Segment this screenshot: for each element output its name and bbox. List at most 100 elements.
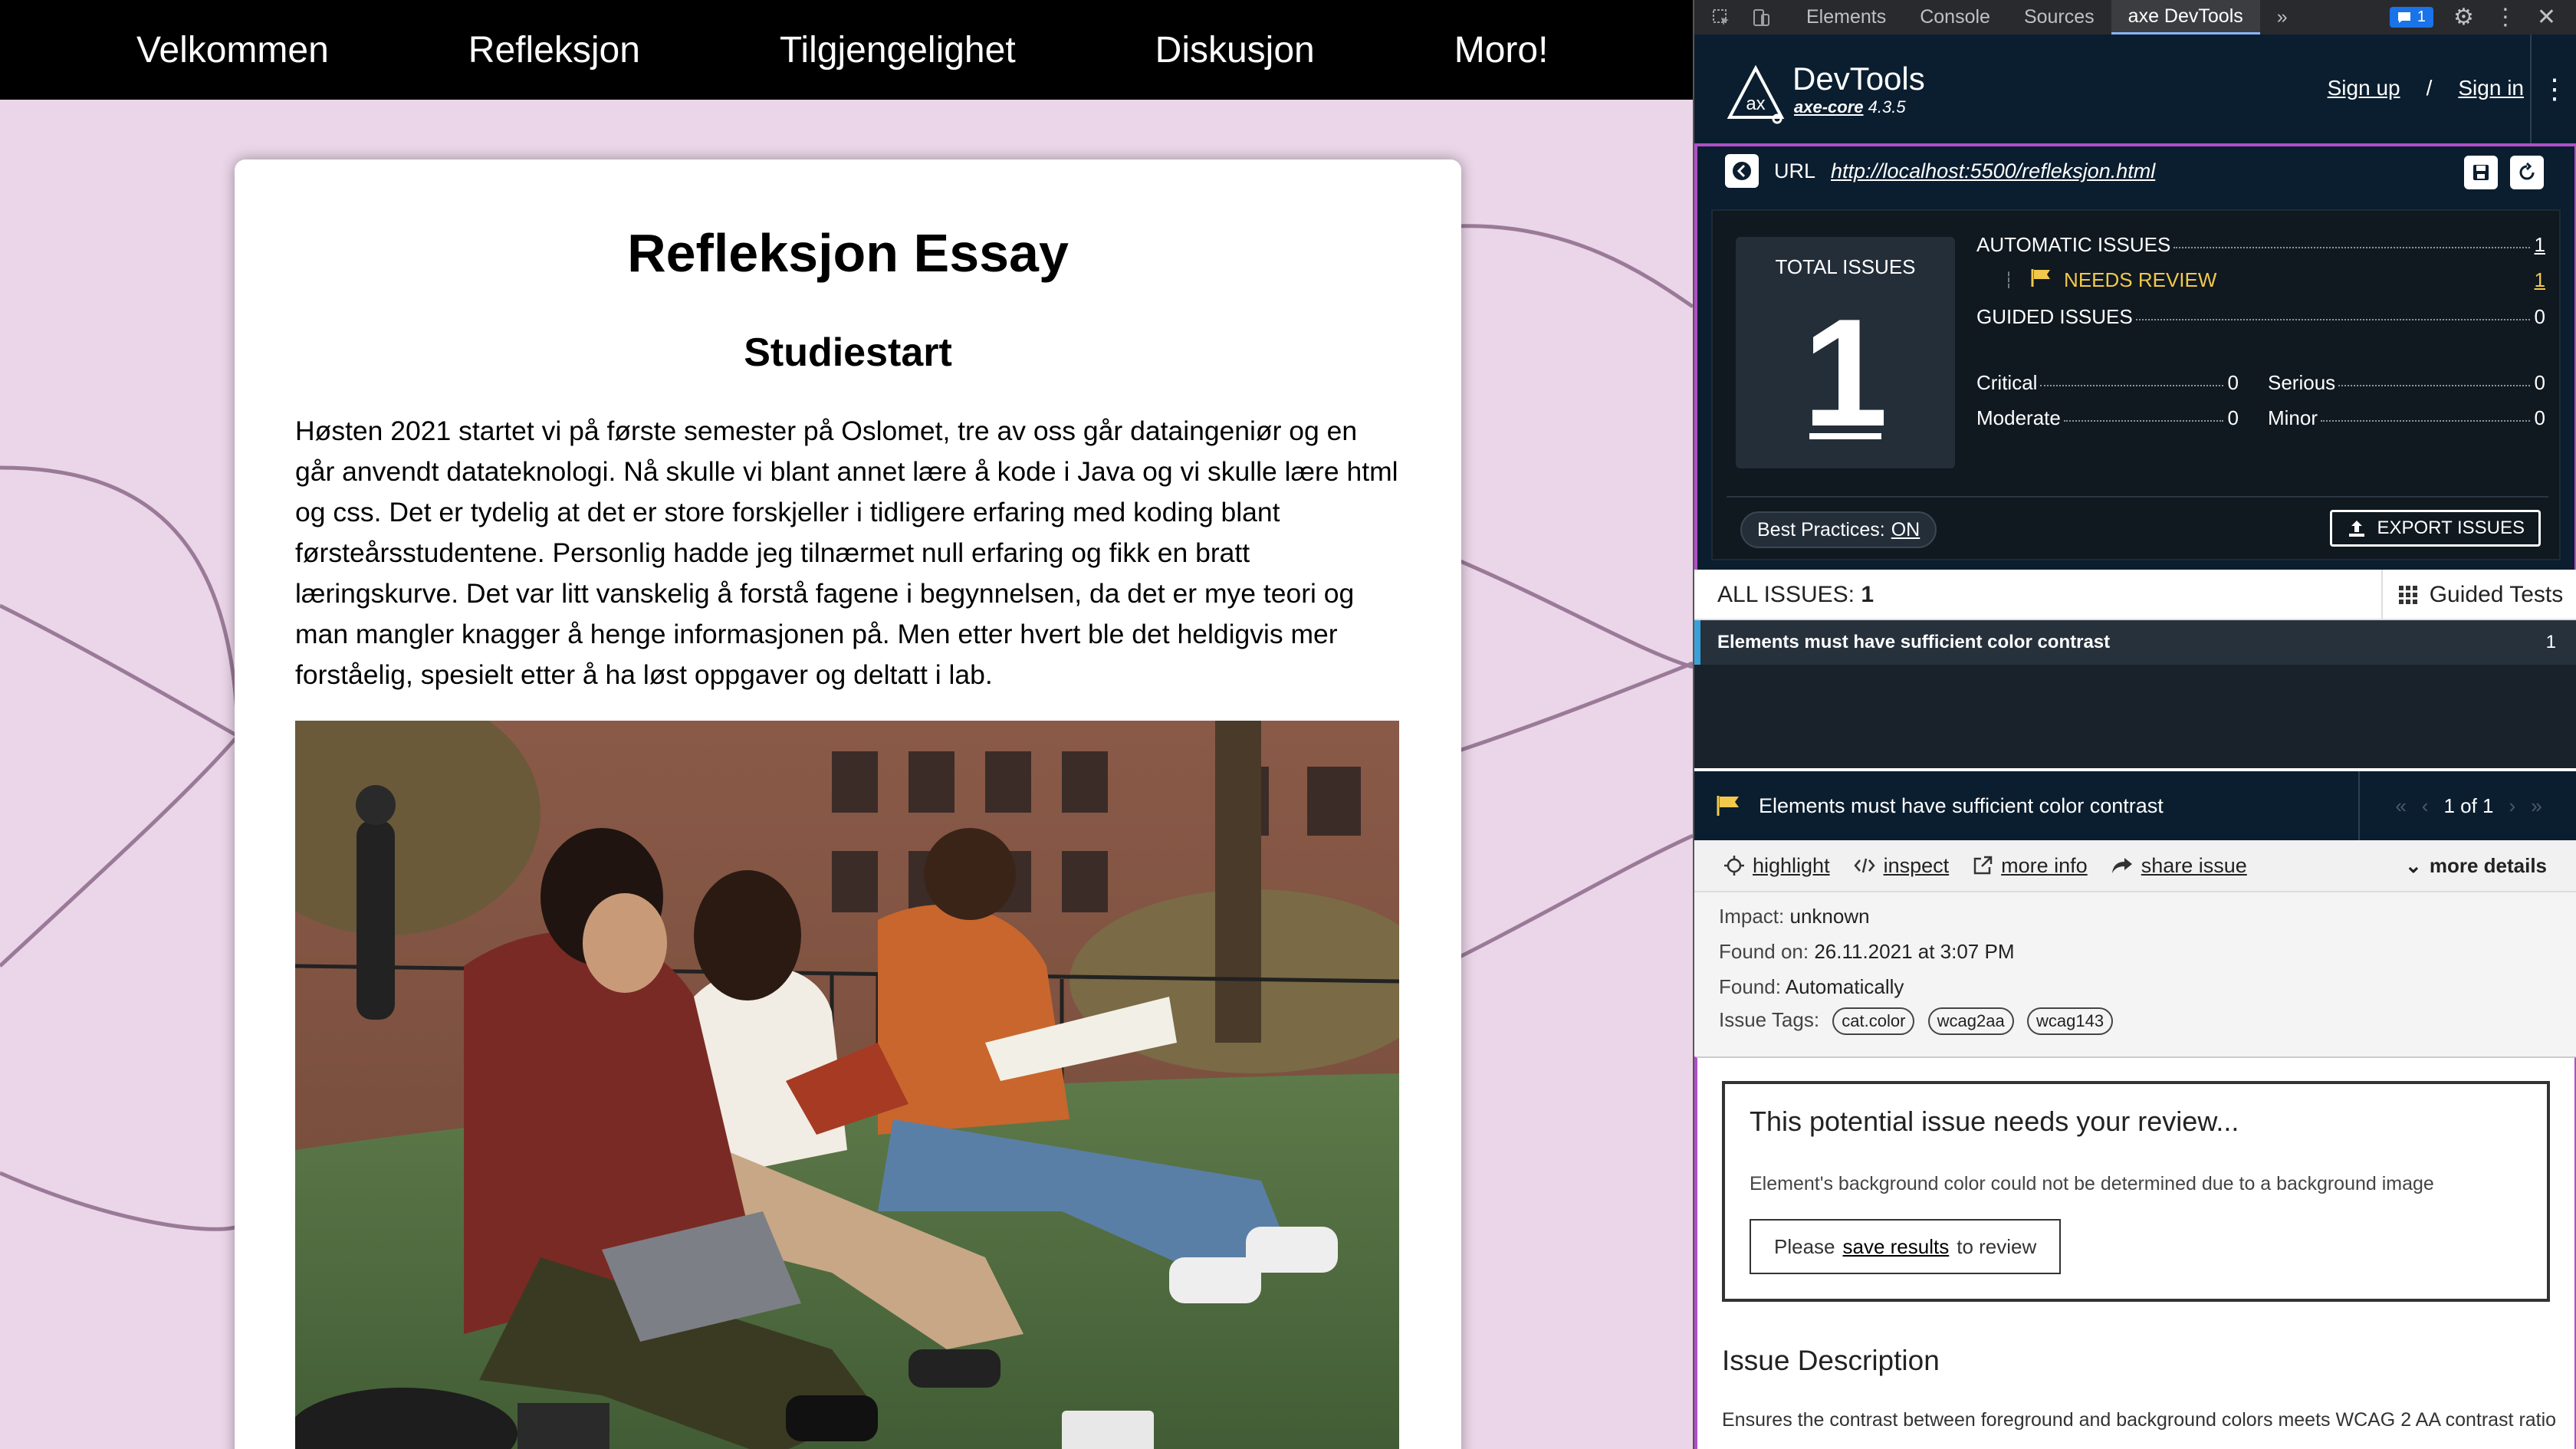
share-issue-button[interactable]: share issue [2111, 854, 2247, 878]
devtools-panel: Elements Console Sources axe DevTools » … [1693, 0, 2576, 1449]
guided-issues-count: 0 [2534, 304, 2545, 328]
chevron-down-icon: ⌄ [2405, 853, 2422, 877]
devtools-tabbar: Elements Console Sources axe DevTools » … [1694, 0, 2576, 34]
minor-row: Minor 0 [2268, 404, 2545, 432]
next-page-icon[interactable]: › [2509, 794, 2516, 818]
nav-link-tilgjengelighet[interactable]: Tilgjengelighet [780, 29, 1016, 71]
prev-page-icon[interactable]: ‹ [2422, 794, 2429, 818]
save-prompt-suffix: to review [1957, 1234, 2037, 1258]
all-issues-heading: ALL ISSUES: 1 [1717, 570, 1874, 620]
total-issues-underline [1809, 433, 1881, 439]
impact-label: Impact: [1719, 905, 1785, 928]
minor-label: Minor [2268, 406, 2318, 429]
needs-review-flag-icon [2030, 268, 2053, 293]
highlight-label: highlight [1753, 853, 1830, 877]
moderate-label: Moderate [1976, 406, 2061, 429]
critical-row: Critical 0 [1976, 369, 2239, 396]
url-label: URL [1774, 159, 1816, 182]
code-icon [1853, 858, 1875, 873]
issue-list-item-title: Elements must have sufficient color cont… [1717, 632, 2111, 652]
found-line: Found: Automatically [1719, 975, 1904, 999]
sign-in-link[interactable]: Sign in [2458, 76, 2524, 100]
issue-review-section: This potential issue needs your review..… [1694, 1056, 2576, 1449]
needs-review-flag-icon [1717, 796, 1739, 816]
essay-title: Refleksjon Essay [627, 223, 1069, 283]
inspect-element-icon[interactable] [1708, 6, 1734, 29]
found-on-line: Found on: 26.11.2021 at 3:07 PM [1719, 940, 2014, 964]
issue-tag: wcag143 [2026, 1007, 2114, 1035]
upload-icon [2349, 521, 2365, 537]
axe-core-link[interactable]: axe-core [1794, 97, 1864, 117]
tab-console[interactable]: Console [1903, 0, 2007, 34]
issue-description-text: Ensures the contrast between foreground … [1722, 1409, 2558, 1431]
needs-review-row[interactable]: ┆ NEEDS REVIEW 1 [2004, 266, 2545, 294]
save-results-prompt: Please save results to review [1750, 1219, 2062, 1274]
issue-description-heading: Issue Description [1722, 1345, 1940, 1376]
more-info-button[interactable]: more info [1972, 854, 2088, 878]
settings-gear-icon[interactable]: ⚙ [2453, 4, 2474, 31]
issue-tag: cat.color [1832, 1007, 1915, 1035]
serious-row: Serious 0 [2268, 369, 2545, 396]
more-details-toggle[interactable]: ⌄ more details [2405, 854, 2547, 878]
share-issue-label: share issue [2141, 853, 2247, 877]
essay-subtitle: Studiestart [744, 330, 952, 375]
guided-issues-row: GUIDED ISSUES 0 [1976, 303, 2545, 330]
best-practices-label: Best Practices: [1757, 518, 1885, 540]
inspect-label: inspect [1883, 853, 1950, 877]
nav-link-diskusjon[interactable]: Diskusjon [1155, 29, 1315, 71]
svg-text:ax: ax [1746, 94, 1765, 114]
last-page-icon[interactable]: » [2531, 794, 2542, 818]
automatic-issues-row[interactable]: AUTOMATIC ISSUES 1 [1976, 231, 2545, 258]
best-practices-toggle[interactable]: Best Practices: ON [1740, 511, 1937, 548]
moderate-row: Moderate 0 [1976, 404, 2239, 432]
issue-tags-label: Issue Tags: [1719, 1008, 1820, 1031]
url-bar: URL http://localhost:5500/refleksjon.htm… [1694, 143, 2576, 196]
best-practices-value[interactable]: ON [1891, 519, 1921, 541]
nav-link-refleksjon[interactable]: Refleksjon [468, 29, 640, 71]
tab-axe-devtools[interactable]: axe DevTools [2111, 0, 2260, 34]
sign-up-link[interactable]: Sign up [2328, 76, 2400, 100]
issue-tags-line: Issue Tags: cat.color wcag2aa wcag143 [1719, 1007, 2121, 1035]
inspect-button[interactable]: inspect [1853, 853, 1950, 878]
nav-link-velkommen[interactable]: Velkommen [136, 29, 329, 71]
close-devtools-icon[interactable]: ✕ [2537, 4, 2556, 31]
critical-label: Critical [1976, 370, 2038, 394]
needs-review-count[interactable]: 1 [2535, 268, 2545, 292]
axe-logo-icon: ax [1727, 64, 1785, 124]
back-arrow-icon[interactable] [1725, 154, 1759, 188]
issue-detail-header: Elements must have sufficient color cont… [1694, 768, 2576, 840]
messages-badge[interactable]: 1 [2389, 7, 2433, 28]
tab-sources[interactable]: Sources [2007, 0, 2111, 34]
export-issues-button[interactable]: EXPORT ISSUES [2330, 510, 2541, 547]
save-results-icon[interactable] [2464, 156, 2498, 189]
found-on-label: Found on: [1719, 940, 1809, 963]
axe-header: ax DevTools axe-core 4.3.5 Sign up / Sig… [1694, 34, 2576, 143]
summary-divider [1727, 496, 2548, 498]
website-viewport: Velkommen Refleksjon Tilgjengelighet Dis… [0, 0, 1693, 1449]
automatic-issues-count[interactable]: 1 [2535, 233, 2545, 257]
found-label: Found: [1719, 975, 1781, 998]
guided-tests-label: Guided Tests [2429, 582, 2564, 607]
message-icon [2397, 12, 2410, 23]
devtools-menu-icon[interactable]: ⋮ [2494, 4, 2517, 31]
message-count: 1 [2417, 8, 2426, 25]
highlight-button[interactable]: highlight [1723, 854, 1830, 878]
guided-tests-button[interactable]: Guided Tests [2381, 570, 2576, 620]
issue-list-item-count: 1 [2545, 632, 2556, 652]
all-issues-label: ALL ISSUES: [1717, 582, 1855, 607]
scanned-url-link[interactable]: http://localhost:5500/refleksjon.html [1831, 159, 2155, 183]
issue-list-item[interactable]: Elements must have sufficient color cont… [1694, 620, 2576, 665]
more-tabs-icon[interactable]: » [2260, 0, 2305, 34]
students-photo [295, 721, 1399, 1449]
nav-link-moro[interactable]: Moro! [1454, 29, 1549, 71]
first-page-icon[interactable]: « [2395, 794, 2406, 818]
rescan-icon[interactable] [2510, 156, 2544, 189]
axe-core-version: axe-core 4.3.5 [1794, 97, 1906, 117]
serious-count: 0 [2534, 370, 2545, 394]
automatic-issues-label: AUTOMATIC ISSUES [1976, 232, 2171, 256]
axe-menu-icon[interactable]: ⋮ [2530, 34, 2576, 143]
tab-elements[interactable]: Elements [1789, 0, 1903, 34]
issue-pager: « ‹ 1 of 1 › » [2358, 771, 2576, 840]
device-toggle-icon[interactable] [1748, 6, 1774, 29]
save-results-link[interactable]: save results [1843, 1235, 1950, 1259]
